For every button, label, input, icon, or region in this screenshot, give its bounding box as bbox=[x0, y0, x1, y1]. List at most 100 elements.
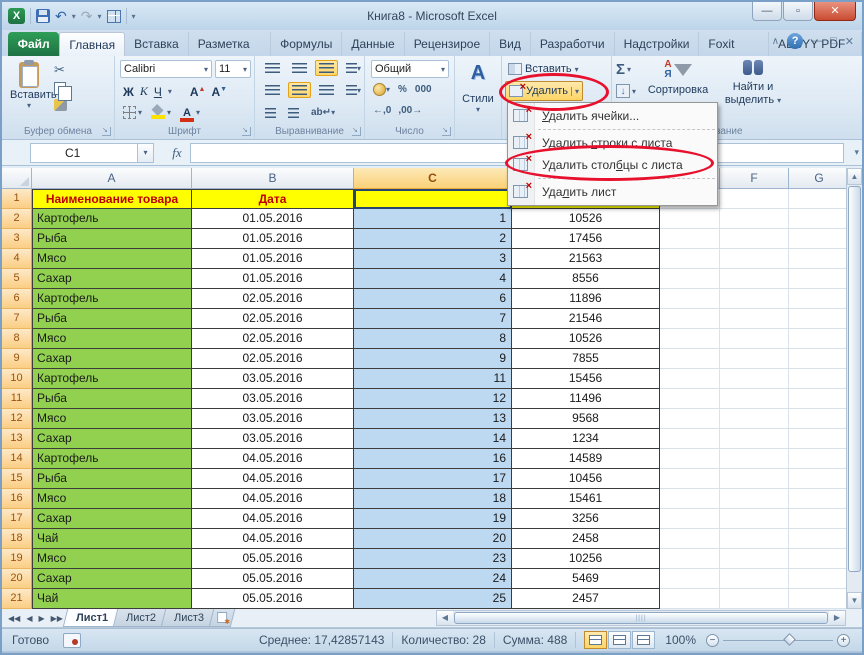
copy-icon[interactable] bbox=[54, 82, 66, 95]
cell-D14[interactable]: 14589 bbox=[512, 449, 660, 469]
menu-item-delete-columns[interactable]: ×Удалить столбцы с листа bbox=[508, 154, 717, 176]
cell-G2[interactable] bbox=[789, 209, 850, 229]
column-header-C[interactable]: C bbox=[354, 168, 512, 189]
font-color-icon[interactable]: А bbox=[180, 107, 194, 119]
cell-A7[interactable]: Рыба bbox=[32, 309, 192, 329]
fill-color-icon[interactable] bbox=[151, 106, 165, 119]
cell-F19[interactable] bbox=[720, 549, 789, 569]
cell-D15[interactable]: 10456 bbox=[512, 469, 660, 489]
column-header-G[interactable]: G bbox=[789, 168, 850, 189]
menu-item-delete-cells[interactable]: ×Удалить ячейки... bbox=[508, 105, 717, 127]
cell-A18[interactable]: Чай bbox=[32, 529, 192, 549]
tab-надстройки[interactable]: Надстройки bbox=[615, 32, 700, 56]
row-header-3[interactable]: 3 bbox=[2, 229, 32, 249]
cell-G9[interactable] bbox=[789, 349, 850, 369]
styles-button[interactable]: А Стили ▾ bbox=[455, 62, 501, 114]
insert-sheet-tab[interactable] bbox=[209, 609, 235, 627]
cut-icon[interactable]: ✂ bbox=[54, 62, 67, 78]
cell-C11[interactable]: 12 bbox=[354, 389, 512, 409]
cell-A8[interactable]: Мясо bbox=[32, 329, 192, 349]
cell-D19[interactable]: 10256 bbox=[512, 549, 660, 569]
cell-F5[interactable] bbox=[720, 269, 789, 289]
cell-A17[interactable]: Сахар bbox=[32, 509, 192, 529]
zoom-slider-thumb[interactable] bbox=[783, 633, 796, 646]
cell-F17[interactable] bbox=[720, 509, 789, 529]
cell-C13[interactable]: 14 bbox=[354, 429, 512, 449]
cell-B5[interactable]: 01.05.2016 bbox=[192, 269, 354, 289]
cell-E19[interactable] bbox=[660, 549, 720, 569]
cell-C9[interactable]: 9 bbox=[354, 349, 512, 369]
sort-filter-button[interactable]: АЯ Сортировка bbox=[644, 60, 712, 97]
merge-center-button[interactable]: ▾ bbox=[342, 82, 365, 98]
cell-A6[interactable]: Картофель bbox=[32, 289, 192, 309]
cell-E11[interactable] bbox=[660, 389, 720, 409]
cell-C7[interactable]: 7 bbox=[354, 309, 512, 329]
cell-F18[interactable] bbox=[720, 529, 789, 549]
undo-dropdown-icon[interactable]: ▾ bbox=[72, 12, 76, 21]
last-sheet-icon[interactable]: ▶▶ bbox=[49, 614, 65, 623]
cell-F3[interactable] bbox=[720, 229, 789, 249]
align-bottom-button[interactable] bbox=[315, 60, 338, 76]
cell-B17[interactable]: 04.05.2016 bbox=[192, 509, 354, 529]
cell-G15[interactable] bbox=[789, 469, 850, 489]
row-header-20[interactable]: 20 bbox=[2, 569, 32, 589]
cell-E9[interactable] bbox=[660, 349, 720, 369]
scroll-left-icon[interactable]: ◀ bbox=[437, 611, 453, 625]
cell-E20[interactable] bbox=[660, 569, 720, 589]
cell-B13[interactable]: 03.05.2016 bbox=[192, 429, 354, 449]
cell-C2[interactable]: 1 bbox=[354, 209, 512, 229]
cell-D18[interactable]: 2458 bbox=[512, 529, 660, 549]
cell-C3[interactable]: 2 bbox=[354, 229, 512, 249]
italic-button[interactable]: К bbox=[140, 84, 148, 99]
cell-G4[interactable] bbox=[789, 249, 850, 269]
currency-format-icon[interactable] bbox=[373, 83, 386, 96]
cell-G12[interactable] bbox=[789, 409, 850, 429]
cell-B8[interactable]: 02.05.2016 bbox=[192, 329, 354, 349]
customize-qat-icon[interactable]: ▾ bbox=[132, 12, 136, 21]
cell-E15[interactable] bbox=[660, 469, 720, 489]
cell-E4[interactable] bbox=[660, 249, 720, 269]
cell-B9[interactable]: 02.05.2016 bbox=[192, 349, 354, 369]
cell-E14[interactable] bbox=[660, 449, 720, 469]
macro-record-icon[interactable] bbox=[63, 633, 81, 648]
cell-C20[interactable]: 24 bbox=[354, 569, 512, 589]
decrease-decimal-button[interactable]: ,00→ bbox=[398, 105, 422, 116]
cell-E7[interactable] bbox=[660, 309, 720, 329]
cell-A14[interactable]: Картофель bbox=[32, 449, 192, 469]
find-select-button[interactable]: Найти и выделить ▾ bbox=[716, 60, 790, 107]
row-header-5[interactable]: 5 bbox=[2, 269, 32, 289]
cell-F9[interactable] bbox=[720, 349, 789, 369]
cell-D10[interactable]: 15456 bbox=[512, 369, 660, 389]
cell-G3[interactable] bbox=[789, 229, 850, 249]
cell-F2[interactable] bbox=[720, 209, 789, 229]
cell-E5[interactable] bbox=[660, 269, 720, 289]
row-header-6[interactable]: 6 bbox=[2, 289, 32, 309]
cell-E8[interactable] bbox=[660, 329, 720, 349]
zoom-in-icon[interactable]: + bbox=[837, 634, 850, 647]
insert-function-icon[interactable]: fx bbox=[164, 145, 190, 161]
workbook-restore-icon[interactable]: □ bbox=[830, 35, 837, 47]
cell-D13[interactable]: 1234 bbox=[512, 429, 660, 449]
cell-D16[interactable]: 15461 bbox=[512, 489, 660, 509]
cell-C12[interactable]: 13 bbox=[354, 409, 512, 429]
cell-G13[interactable] bbox=[789, 429, 850, 449]
autosum-button[interactable]: Σ▾ bbox=[616, 61, 631, 78]
cell-F14[interactable] bbox=[720, 449, 789, 469]
font-name-select[interactable]: Calibri▾ bbox=[120, 60, 212, 78]
cell-C16[interactable]: 18 bbox=[354, 489, 512, 509]
cell-G17[interactable] bbox=[789, 509, 850, 529]
cell-D4[interactable]: 21563 bbox=[512, 249, 660, 269]
cell-D5[interactable]: 8556 bbox=[512, 269, 660, 289]
cell-B10[interactable]: 03.05.2016 bbox=[192, 369, 354, 389]
row-header-7[interactable]: 7 bbox=[2, 309, 32, 329]
cell-A10[interactable]: Картофель bbox=[32, 369, 192, 389]
scroll-down-icon[interactable]: ▼ bbox=[847, 592, 862, 609]
cell-B12[interactable]: 03.05.2016 bbox=[192, 409, 354, 429]
cell-E12[interactable] bbox=[660, 409, 720, 429]
number-format-select[interactable]: Общий▾ bbox=[371, 60, 449, 78]
save-icon[interactable] bbox=[36, 9, 50, 23]
row-header-10[interactable]: 10 bbox=[2, 369, 32, 389]
row-header-15[interactable]: 15 bbox=[2, 469, 32, 489]
cell-E10[interactable] bbox=[660, 369, 720, 389]
expand-formula-bar-icon[interactable]: ▾ bbox=[854, 147, 859, 158]
